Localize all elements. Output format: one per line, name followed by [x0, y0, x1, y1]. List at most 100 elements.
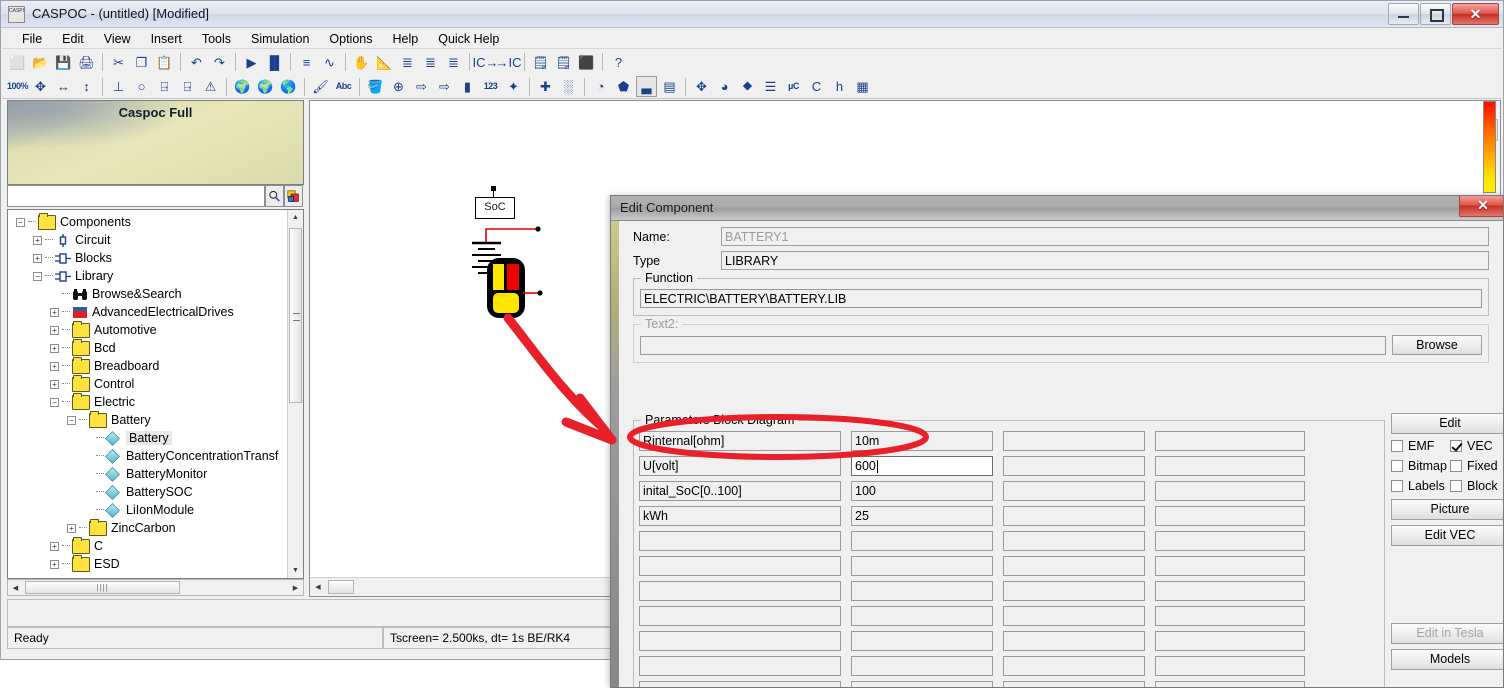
tree-expander-plus-icon[interactable]: +	[50, 379, 59, 389]
library-filter-button[interactable]	[284, 185, 303, 207]
parameter-value-cell[interactable]	[851, 531, 993, 551]
text2-input[interactable]	[640, 335, 1386, 355]
checkbox-block[interactable]: Block	[1450, 479, 1503, 493]
parameter-extra-cell[interactable]	[1155, 606, 1305, 626]
parameter-extra-cell[interactable]	[1003, 431, 1145, 451]
tree-hscroll-right-button[interactable]: ▶	[288, 580, 303, 595]
search-input[interactable]	[7, 185, 265, 207]
bars-icon[interactable]: ▃	[636, 76, 657, 97]
parameter-name-cell[interactable]	[639, 656, 841, 676]
tree-item-advancedelectricaldrives[interactable]: + AdvancedElectricalDrives	[8, 303, 288, 321]
parameter-extra-cell[interactable]	[1003, 531, 1145, 551]
zoom-height-icon[interactable]: ↕	[76, 76, 97, 97]
edit-button[interactable]: Edit	[1391, 413, 1503, 434]
parameter-value-cell[interactable]	[851, 681, 993, 687]
tree-expander-plus-icon[interactable]: +	[33, 235, 42, 245]
warning-icon[interactable]: ⚠	[200, 76, 221, 97]
snapshot-icon[interactable]: 🗒	[530, 52, 551, 73]
search-button[interactable]	[265, 185, 284, 207]
parameter-name-cell[interactable]	[639, 631, 841, 651]
parameter-value-cell[interactable]	[851, 581, 993, 601]
table-icon[interactable]: ▦	[852, 76, 873, 97]
pause-simulation-icon[interactable]: ▐▌	[264, 52, 285, 73]
close-button[interactable]: ✕	[1452, 3, 1499, 25]
tree-item-control[interactable]: + Control	[8, 374, 288, 393]
tree-hscroll-thumb[interactable]: ||||	[25, 581, 180, 594]
tree-scroll-down-button[interactable]: ▼	[288, 563, 303, 578]
minimize-button[interactable]	[1388, 3, 1419, 25]
battery-circuit-group[interactable]: SoC	[465, 186, 585, 331]
tree-expander-plus-icon[interactable]: +	[50, 307, 59, 317]
menu-item-edit[interactable]: Edit	[52, 30, 94, 48]
tree-item-automotive[interactable]: + Automotive	[8, 320, 288, 339]
run-simulation-icon[interactable]: ▶	[241, 52, 262, 73]
save-icon[interactable]: 💾	[53, 52, 74, 73]
models-button[interactable]: Models	[1391, 649, 1503, 670]
tree-hscroll-left-button[interactable]: ◀	[8, 580, 23, 595]
checkbox-labels[interactable]: Labels	[1391, 479, 1450, 493]
crosshair-icon[interactable]: ✚	[535, 76, 556, 97]
node-icon[interactable]: ⊕	[388, 76, 409, 97]
tree-item-battery[interactable]: Battery	[8, 429, 288, 447]
micro-chip-icon[interactable]: µC	[783, 76, 804, 97]
parameter-name-cell[interactable]: kWh	[639, 506, 841, 526]
parameter-value-cell[interactable]: 600	[851, 456, 993, 476]
parameter-extra-cell[interactable]	[1155, 431, 1305, 451]
parameter-extra-cell[interactable]	[1155, 531, 1305, 551]
parameter-extra-cell[interactable]	[1003, 606, 1145, 626]
tree-item-browse-search[interactable]: Browse&Search	[8, 285, 288, 303]
parameter-extra-cell[interactable]	[1155, 556, 1305, 576]
picture-button[interactable]: Picture	[1391, 499, 1503, 520]
tree-scroll-thumb[interactable]	[289, 228, 302, 403]
function-input[interactable]	[640, 289, 1482, 308]
battery-symbol[interactable]	[465, 221, 575, 331]
zoom-100-label[interactable]: 100%	[7, 76, 29, 97]
scope-icon[interactable]: ◔	[590, 76, 611, 97]
undo-icon[interactable]: ↶	[186, 52, 207, 73]
menu-item-view[interactable]: View	[94, 30, 141, 48]
parameter-name-cell[interactable]	[639, 681, 841, 687]
arrow-red-icon[interactable]: ⇨	[411, 76, 432, 97]
arrow-green-icon[interactable]: ⇨	[434, 76, 455, 97]
snapshot-alt-icon[interactable]: 🗒	[553, 52, 574, 73]
tree-item-zinccarbon[interactable]: + ZincCarbon	[8, 518, 288, 537]
checkbox-box[interactable]	[1391, 440, 1403, 452]
parameter-extra-cell[interactable]	[1155, 681, 1305, 687]
tree-expander-minus-icon[interactable]: −	[16, 217, 25, 227]
parameter-value-cell[interactable]: 10m	[851, 431, 993, 451]
parameter-extra-cell[interactable]	[1003, 631, 1145, 651]
tree-expander-minus-icon[interactable]: −	[67, 415, 76, 425]
zoom-width-icon[interactable]: ↔	[53, 76, 74, 97]
tree-item-liionmodule[interactable]: LiIonModule	[8, 501, 288, 519]
dialog-close-button[interactable]: ✕	[1459, 196, 1503, 217]
tree-item-library[interactable]: − Library	[8, 267, 288, 285]
pan-hand-icon[interactable]: ✋	[351, 52, 372, 73]
paint-bucket-icon[interactable]: 🪣	[365, 76, 386, 97]
wand-icon[interactable]: ✦	[503, 76, 524, 97]
tree-item-c[interactable]: + C	[8, 536, 288, 555]
checkbox-box[interactable]	[1450, 460, 1462, 472]
parameter-extra-cell[interactable]	[1155, 506, 1305, 526]
menu-item-insert[interactable]: Insert	[141, 30, 192, 48]
parameter-value-cell[interactable]	[851, 606, 993, 626]
export-icon[interactable]: ⬛	[576, 52, 597, 73]
menu-item-quick-help[interactable]: Quick Help	[428, 30, 509, 48]
globe-in-icon[interactable]: 🌍	[232, 76, 253, 97]
globe-out-icon[interactable]: 🌍	[255, 76, 276, 97]
tree-item-bcd[interactable]: + Bcd	[8, 338, 288, 357]
numbers-123-icon[interactable]: 123	[480, 76, 501, 97]
tree-item-electric[interactable]: − Electric	[8, 392, 288, 411]
tree-expander-plus-icon[interactable]: +	[67, 523, 76, 533]
parameter-extra-cell[interactable]	[1003, 581, 1145, 601]
tree-expander-plus-icon[interactable]: +	[33, 253, 42, 263]
tree-item-batteryconcentrationtransf[interactable]: BatteryConcentrationTransf	[8, 447, 288, 465]
parameter-extra-cell[interactable]	[1155, 631, 1305, 651]
checkbox-box[interactable]	[1391, 480, 1403, 492]
tree-horizontal-scrollbar[interactable]: ◀ |||| ▶	[7, 579, 304, 596]
zoom-fit-icon[interactable]: ✥	[30, 76, 51, 97]
parameter-extra-cell[interactable]	[1003, 481, 1145, 501]
edit-vec-button[interactable]: Edit VEC	[1391, 525, 1503, 546]
parameter-extra-cell[interactable]	[1155, 656, 1305, 676]
gem-icon[interactable]: ⬟	[613, 76, 634, 97]
parameter-name-cell[interactable]: Rinternal[ohm]	[639, 431, 841, 451]
